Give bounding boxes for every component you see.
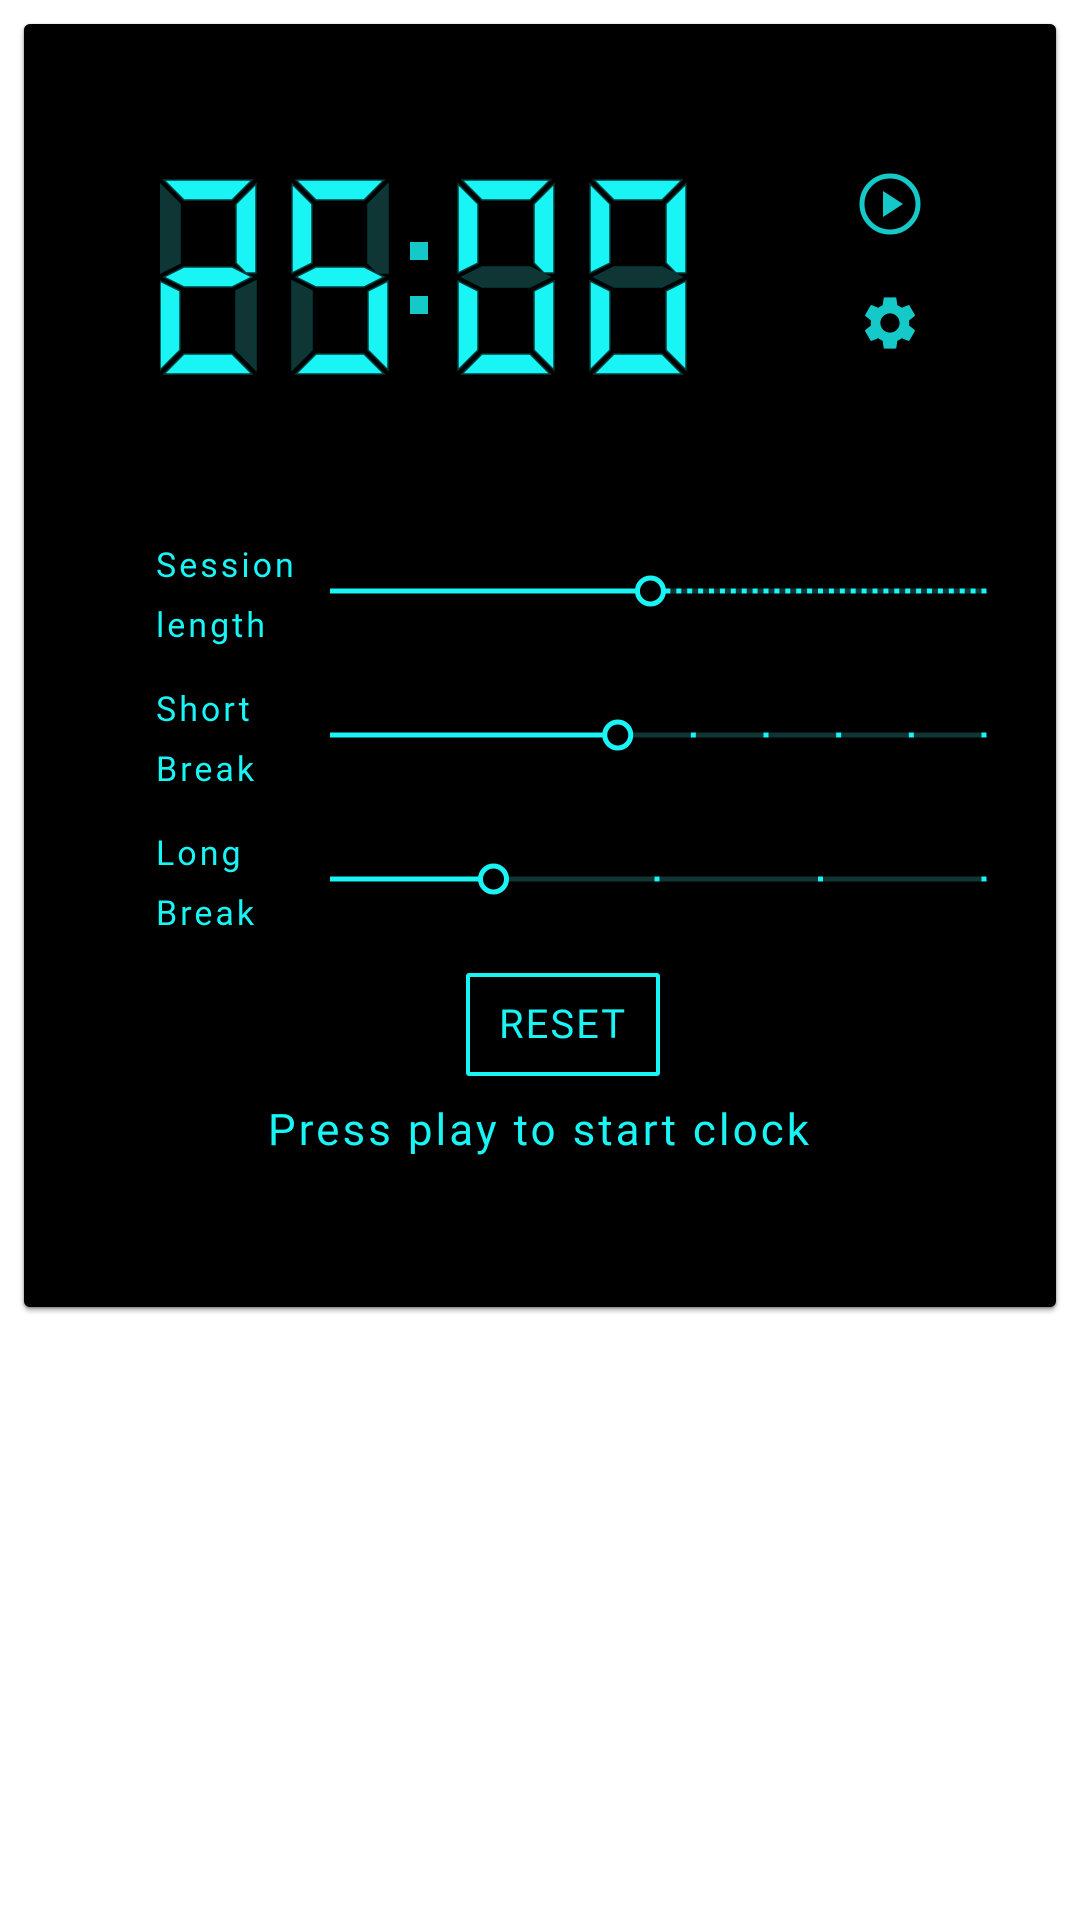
- slider-tick-mark: [763, 732, 769, 738]
- digit-3-segment-d: [460, 353, 552, 375]
- play-button[interactable]: [850, 164, 930, 244]
- short-break-label-line2: Break: [156, 750, 258, 790]
- digit-3-segment-c: [533, 279, 555, 372]
- slider-tick-mark: [752, 588, 758, 594]
- colon-dot-2: [410, 296, 428, 314]
- digit-4-segment-a: [592, 179, 684, 201]
- slider-tick-mark: [709, 588, 714, 594]
- digit-2-segment-g: [294, 266, 386, 288]
- slider-tick-mark: [785, 588, 791, 594]
- slider-thumb: [478, 863, 509, 895]
- slider-tick-mark: [818, 876, 823, 882]
- gear-icon: [865, 297, 915, 349]
- digit-1-segment-f: [160, 182, 181, 274]
- digit-1-segment-b: [235, 182, 257, 274]
- digit-4-segment-b: [665, 182, 687, 274]
- digit-1-segment-g: [162, 266, 254, 288]
- settings-button[interactable]: [850, 283, 930, 363]
- digit-4-segment-g: [592, 266, 684, 288]
- digit-2-segment-b: [367, 182, 389, 274]
- slider-tick-mark: [850, 588, 856, 594]
- digit-1-segment-a: [162, 179, 254, 201]
- slider-thumb: [634, 575, 666, 607]
- digit-4-segment-f: [589, 182, 611, 275]
- short-break-label: Short Break: [156, 680, 336, 800]
- slider-tick-mark: [654, 876, 660, 882]
- digit-1-segment-d: [162, 353, 254, 375]
- slider-tick-mark: [894, 588, 900, 594]
- status-message: Press play to start clock: [267, 1104, 813, 1156]
- digit-4-segment-c: [665, 279, 687, 372]
- slider-tick-mark: [719, 588, 725, 594]
- digit-2-segment-a: [294, 179, 386, 201]
- slider-tick-mark: [948, 588, 954, 594]
- play-circle-icon: [859, 173, 921, 235]
- digit-2-segment-c: [367, 279, 389, 372]
- slider-tick-mark: [763, 588, 769, 594]
- digit-1-segment-e: [160, 280, 181, 372]
- slider-tick-mark: [872, 588, 878, 594]
- slider-tick-mark: [981, 588, 987, 594]
- digit-4-segment-e: [589, 279, 611, 372]
- slider-tick-mark: [981, 732, 987, 738]
- reset-button[interactable]: RESET: [466, 973, 660, 1076]
- colon-dot-1: [410, 242, 428, 260]
- slider-tick-mark: [908, 732, 914, 738]
- slider-tick-mark: [970, 588, 976, 594]
- pomodoro-card: Session length Short Break Long Break RE…: [24, 24, 1056, 1307]
- slider-tick-mark: [807, 588, 813, 594]
- slider-tick-mark: [883, 588, 889, 594]
- slider-tick-mark: [676, 588, 682, 594]
- digit-1-segment-c: [235, 279, 257, 372]
- long-break-label-line1: Long: [156, 834, 244, 874]
- slider-tick-mark: [698, 588, 704, 594]
- slider-tick-mark: [741, 588, 747, 594]
- slider-tick-mark: [774, 588, 780, 594]
- slider-tick-mark: [828, 588, 834, 594]
- slider-tick-mark: [818, 588, 823, 594]
- slider-tick-mark: [839, 588, 845, 594]
- digit-2-segment-f: [291, 182, 313, 275]
- slider-tick-mark: [665, 588, 671, 594]
- slider-tick-mark: [927, 588, 932, 594]
- slider-tick-mark: [730, 588, 736, 594]
- slider-tick-mark: [959, 588, 965, 594]
- slider-thumb: [602, 719, 634, 751]
- session-length-slider[interactable]: [330, 571, 987, 611]
- slider-tick-mark: [836, 732, 842, 738]
- slider-tick-mark: [861, 588, 867, 594]
- long-break-slider[interactable]: [330, 859, 987, 899]
- digit-3-segment-a: [460, 179, 552, 201]
- digit-2-segment-d: [294, 353, 386, 375]
- slider-tick-mark: [796, 588, 802, 594]
- long-break-label: Long Break: [156, 824, 336, 944]
- digit-2-segment-e: [291, 279, 313, 372]
- session-label-line2: length: [156, 606, 269, 646]
- slider-tick-mark: [916, 588, 922, 594]
- short-break-label-line1: Short: [156, 690, 253, 730]
- digit-3-segment-b: [533, 182, 555, 274]
- session-length-label: Session length: [156, 536, 336, 656]
- timer-display: [160, 174, 700, 384]
- long-break-label-line2: Break: [156, 894, 258, 934]
- slider-tick-mark: [937, 588, 943, 594]
- session-label-line1: Session: [156, 546, 297, 586]
- slider-tick-mark: [690, 732, 696, 738]
- digit-3-segment-e: [457, 279, 479, 372]
- digit-3-segment-g: [460, 266, 552, 288]
- slider-tick-mark: [687, 588, 693, 594]
- short-break-slider[interactable]: [330, 715, 987, 755]
- slider-tick-mark: [905, 588, 911, 594]
- digit-3-segment-f: [457, 182, 479, 275]
- digit-4-segment-d: [592, 353, 684, 375]
- slider-tick-mark: [981, 876, 987, 882]
